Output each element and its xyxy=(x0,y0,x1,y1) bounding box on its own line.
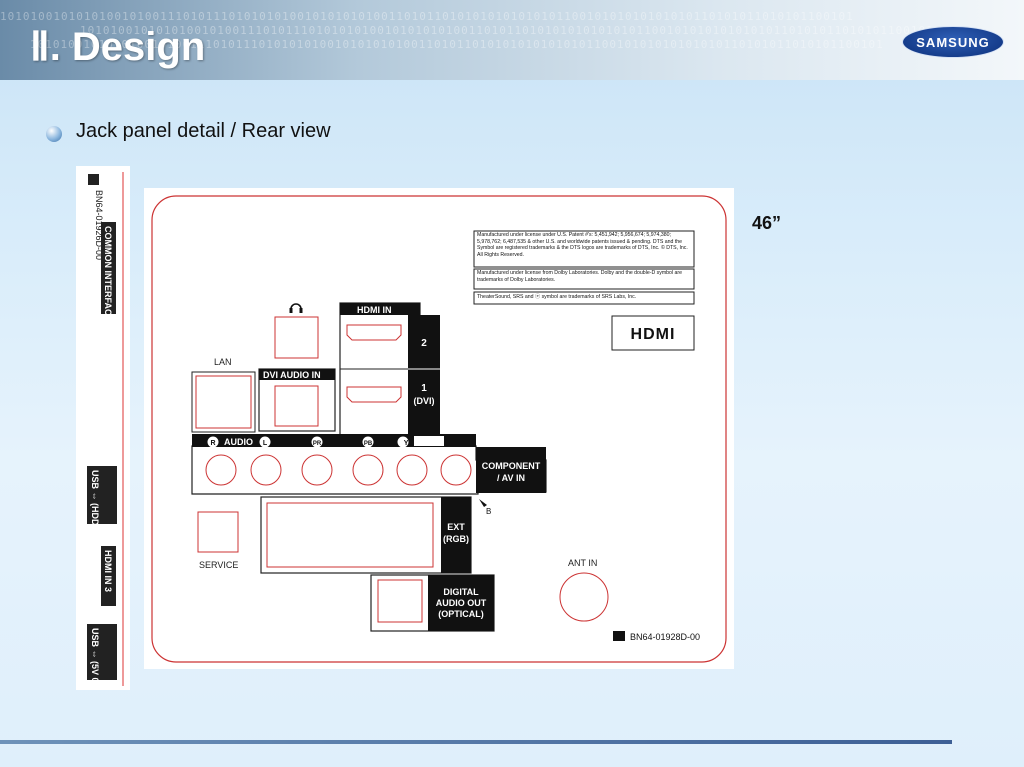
dvi-audio-label: DVI AUDIO IN xyxy=(263,370,321,380)
y-jack xyxy=(396,454,428,486)
pb-label: PB xyxy=(364,441,373,447)
bottom-rule xyxy=(0,740,952,744)
bullet-icon xyxy=(46,126,62,142)
pb-jack xyxy=(352,454,384,486)
usb-label: USB ⇔ (5V 0.5A) xyxy=(90,628,100,690)
headphone-jack xyxy=(274,316,319,359)
hdmi-in-3-label: HDMI IN 3 xyxy=(103,550,113,592)
dts-notice-text: Manufactured under license under U.S. Pa… xyxy=(477,232,688,258)
hdmi-port-2 xyxy=(346,324,402,341)
digital-label-2: AUDIO OUT xyxy=(436,598,487,608)
srs-notice-text: TheaterSound, SRS and ⓔ symbol are trade… xyxy=(477,294,637,300)
rear-jack-panel: Manufactured under license under U.S. Pa… xyxy=(144,188,734,669)
arrow-icon xyxy=(479,499,487,507)
side-jack-panel: BN64-01926D-00 COMMON INTERFACE USB ⇔ (H… xyxy=(76,166,130,700)
lan-label: LAN xyxy=(214,357,232,367)
service-label: SERVICE xyxy=(199,560,238,570)
component-label-2: / AV IN xyxy=(497,473,525,483)
digital-label-1: DIGITAL xyxy=(443,587,479,597)
video-jack xyxy=(440,454,472,486)
audio-l-jack xyxy=(250,454,282,486)
y-label: Y/ xyxy=(404,440,411,447)
part-number-badge-icon xyxy=(88,174,99,185)
slide-subtitle: Jack panel detail / Rear view xyxy=(76,120,331,142)
main-part-number: BN64-01928D-00 xyxy=(630,632,700,642)
ext-label-1: EXT xyxy=(447,522,465,532)
hdmi-port-2-label: 2 xyxy=(421,338,427,349)
hdmi-port-1 xyxy=(346,386,402,403)
rear-panel-drawing: Manufactured under license under U.S. Pa… xyxy=(151,195,727,663)
hdmi-port-1-sub: (DVI) xyxy=(414,396,435,406)
part-number-badge-icon xyxy=(613,631,625,641)
ant-in-jack xyxy=(559,572,609,622)
b-label: B xyxy=(486,507,491,516)
lan-port xyxy=(195,375,252,429)
hdmi-port-1-label: 1 xyxy=(421,383,427,394)
audio-label: AUDIO xyxy=(224,437,253,447)
scart-port xyxy=(266,502,434,568)
dvi-audio-jack xyxy=(274,385,319,427)
usb-hdd-label: USB ⇔ (HDD 5V 1A) xyxy=(90,470,100,556)
audio-r-label: R xyxy=(210,440,215,447)
samsung-logo: SAMSUNG xyxy=(902,26,1004,58)
optical-port xyxy=(377,579,423,623)
pr-label: PR xyxy=(313,441,322,447)
audio-r-jack xyxy=(205,454,237,486)
service-port xyxy=(197,511,239,553)
pr-jack xyxy=(301,454,333,486)
headphone-icon xyxy=(289,303,303,313)
dolby-notice-text: Manufactured under license from Dolby La… xyxy=(477,270,683,283)
component-label-1: COMPONENT xyxy=(482,461,541,471)
screen-size-label: 46” xyxy=(752,213,782,233)
side-panel-drawing: BN64-01926D-00 COMMON INTERFACE USB ⇔ (H… xyxy=(87,172,124,700)
hdmi-port-number-strip xyxy=(408,315,440,435)
common-interface-label: COMMON INTERFACE xyxy=(103,226,113,322)
ant-in-label: ANT IN xyxy=(568,558,597,568)
digital-label-3: (OPTICAL) xyxy=(438,609,484,619)
video-label-blank xyxy=(414,436,444,446)
hdmi-logo: HDMI xyxy=(631,326,676,343)
audio-l-label: L xyxy=(263,440,268,447)
ext-block xyxy=(260,496,472,574)
hdmi-in-label: HDMI IN xyxy=(357,305,392,315)
slide-title: Ⅱ. Design xyxy=(30,25,206,69)
lan-jack-frame xyxy=(191,371,256,433)
ext-label-2: (RGB) xyxy=(443,534,469,544)
slide-header: 1010100101010100101001110101110101010100… xyxy=(0,0,1024,80)
